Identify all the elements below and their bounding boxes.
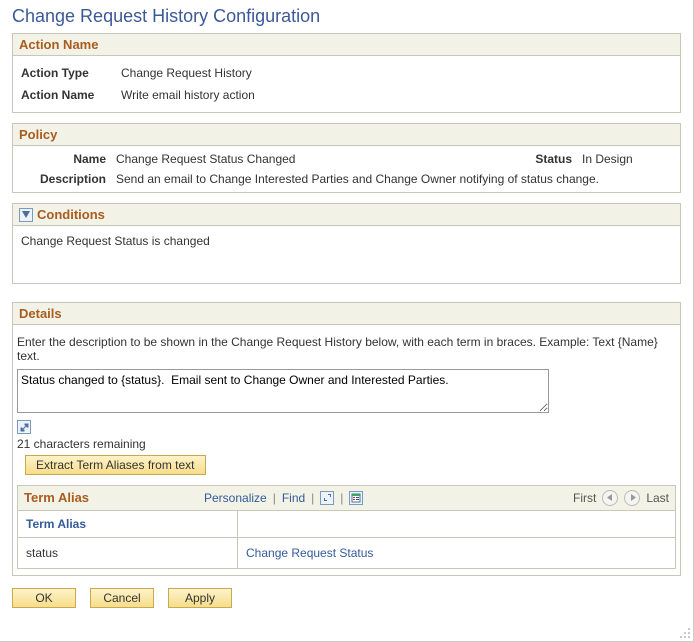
details-instruction: Enter the description to be shown in the…	[17, 331, 676, 369]
term-grid-title: Term Alias	[24, 490, 204, 505]
table-row: status Change Request Status	[18, 537, 675, 568]
personalize-link[interactable]: Personalize	[204, 491, 267, 505]
term-alias-grid: Term Alias Personalize | Find | |	[17, 485, 676, 569]
expand-textarea-icon[interactable]	[17, 420, 31, 434]
apply-button[interactable]: Apply	[168, 588, 232, 608]
policy-header: Policy	[12, 123, 681, 146]
collapse-toggle-icon[interactable]	[19, 208, 33, 222]
find-link[interactable]: Find	[282, 491, 305, 505]
term-alias-column-header[interactable]: Term Alias	[18, 511, 238, 537]
term-link[interactable]: Change Request Status	[246, 546, 373, 560]
action-type-label: Action Type	[21, 66, 121, 80]
action-name-group: Action Name Action Type Change Request H…	[12, 33, 681, 113]
grid-first-label: First	[573, 491, 596, 505]
action-name-label: Action Name	[21, 88, 121, 102]
policy-name-value: Change Request Status Changed	[116, 152, 522, 166]
action-name-header: Action Name	[12, 33, 681, 56]
policy-status-label: Status	[522, 152, 582, 166]
chars-remaining-text: 21 characters remaining	[17, 437, 676, 451]
policy-desc-value: Send an email to Change Interested Parti…	[116, 172, 672, 186]
download-icon[interactable]	[349, 491, 363, 505]
action-name-value: Write email history action	[121, 88, 672, 102]
grid-next-icon[interactable]	[624, 490, 640, 506]
term-alias-cell: status	[18, 538, 238, 568]
conditions-header: Conditions	[37, 207, 105, 222]
policy-desc-label: Description	[21, 172, 116, 186]
ok-button[interactable]: OK	[12, 588, 76, 608]
policy-status-value: In Design	[582, 152, 672, 166]
policy-group: Policy Name Change Request Status Change…	[12, 123, 681, 193]
details-header: Details	[12, 302, 681, 325]
view-all-icon[interactable]	[320, 491, 334, 505]
action-type-value: Change Request History	[121, 66, 672, 80]
conditions-text: Change Request Status is changed	[21, 234, 672, 248]
extract-aliases-button[interactable]: Extract Term Aliases from text	[25, 455, 206, 475]
page-title: Change Request History Configuration	[12, 6, 681, 27]
grid-prev-icon[interactable]	[602, 490, 618, 506]
term-column-header	[238, 511, 675, 537]
details-group: Details Enter the description to be show…	[12, 302, 681, 576]
policy-name-label: Name	[21, 152, 116, 166]
resize-grip-icon[interactable]	[679, 627, 691, 639]
grid-last-label: Last	[646, 491, 669, 505]
conditions-group: Conditions Change Request Status is chan…	[12, 203, 681, 284]
history-description-textarea[interactable]	[17, 369, 549, 413]
cancel-button[interactable]: Cancel	[90, 588, 154, 608]
